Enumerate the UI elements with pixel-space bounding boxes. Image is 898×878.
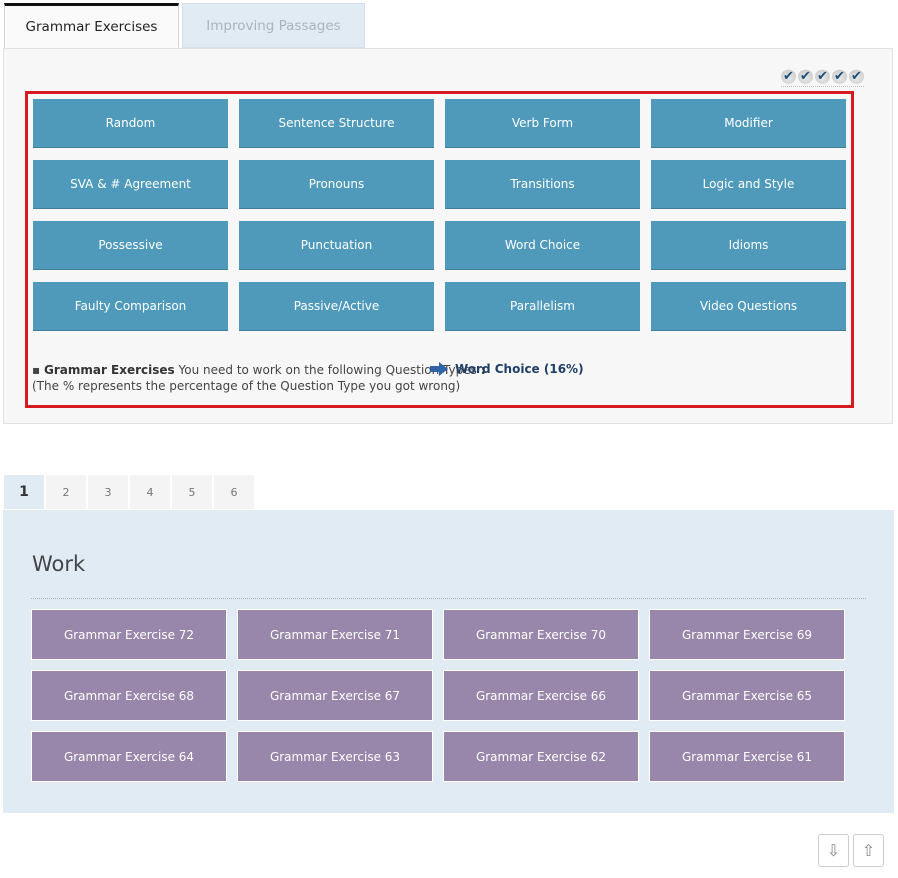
exercise-button[interactable]: Grammar Exercise 62 bbox=[443, 731, 639, 782]
question-types-box: Random Sentence Structure Verb Form Modifie… bbox=[25, 91, 854, 408]
work-title: Work bbox=[32, 552, 86, 576]
exercise-grid: Grammar Exercise 72 Grammar Exercise 71 Gr… bbox=[31, 609, 845, 782]
exercise-button[interactable]: Grammar Exercise 66 bbox=[443, 670, 639, 721]
question-type-grid: Random Sentence Structure Verb Form Modifie… bbox=[33, 99, 846, 331]
question-type-button[interactable]: SVA & # Agreement bbox=[33, 160, 228, 209]
checkmark-icon: ✔ bbox=[781, 69, 796, 84]
exercise-button[interactable]: Grammar Exercise 70 bbox=[443, 609, 639, 660]
question-type-button[interactable]: Idioms bbox=[651, 221, 846, 270]
exercise-button[interactable]: Grammar Exercise 65 bbox=[649, 670, 845, 721]
question-type-button[interactable]: Word Choice bbox=[445, 221, 640, 270]
scroll-buttons: ⇩ ⇧ bbox=[818, 834, 884, 867]
arrow-up-icon: ⇧ bbox=[861, 841, 876, 860]
question-type-button[interactable]: Verb Form bbox=[445, 99, 640, 148]
page-4-button[interactable]: 4 bbox=[130, 475, 170, 509]
bullet: ▪ bbox=[32, 363, 41, 377]
exercise-button[interactable]: Grammar Exercise 63 bbox=[237, 731, 433, 782]
work-section: Work Grammar Exercise 72 Grammar Exercise… bbox=[3, 510, 894, 813]
page-3-button[interactable]: 3 bbox=[88, 475, 128, 509]
exercise-button[interactable]: Grammar Exercise 61 bbox=[649, 731, 845, 782]
divider bbox=[31, 598, 866, 599]
question-type-button[interactable]: Transitions bbox=[445, 160, 640, 209]
page-6-button[interactable]: 6 bbox=[214, 475, 254, 509]
exercise-button[interactable]: Grammar Exercise 64 bbox=[31, 731, 227, 782]
checkmark-icon: ✔ bbox=[798, 69, 813, 84]
page-2-button[interactable]: 2 bbox=[46, 475, 86, 509]
question-type-button[interactable]: Sentence Structure bbox=[239, 99, 434, 148]
checkmark-icon: ✔ bbox=[815, 69, 830, 84]
arrow-down-icon: ⇩ bbox=[826, 841, 841, 860]
checkmark-icon: ✔ bbox=[849, 69, 864, 84]
exercise-button[interactable]: Grammar Exercise 68 bbox=[31, 670, 227, 721]
exercise-button[interactable]: Grammar Exercise 72 bbox=[31, 609, 227, 660]
checkmark-icon: ✔ bbox=[832, 69, 847, 84]
recommendation-title: Grammar Exercises bbox=[43, 363, 175, 377]
recommendation-note: ▪ Grammar Exercises You need to work on … bbox=[32, 362, 486, 394]
grammar-panel: ✔ ✔ ✔ ✔ ✔ Random Sentence Structure Verb Form M… bbox=[3, 48, 893, 424]
word-choice-label: Word Choice (16%) bbox=[455, 362, 584, 376]
question-type-button[interactable]: Passive/Active bbox=[239, 282, 434, 331]
question-type-button[interactable]: Modifier bbox=[651, 99, 846, 148]
exercise-button[interactable]: Grammar Exercise 71 bbox=[237, 609, 433, 660]
tab-bar: Grammar Exercises Improving Passages bbox=[4, 3, 365, 48]
scroll-up-button[interactable]: ⇧ bbox=[853, 834, 884, 867]
word-choice-link[interactable]: Word Choice (16%) bbox=[430, 362, 584, 376]
question-type-button[interactable]: Faulty Comparison bbox=[33, 282, 228, 331]
progress-checks: ✔ ✔ ✔ ✔ ✔ bbox=[781, 69, 864, 87]
arrow-right-icon bbox=[430, 362, 448, 376]
exercise-button[interactable]: Grammar Exercise 69 bbox=[649, 609, 845, 660]
page-1-button[interactable]: 1 bbox=[4, 475, 44, 509]
page-5-button[interactable]: 5 bbox=[172, 475, 212, 509]
question-type-button[interactable]: Parallelism bbox=[445, 282, 640, 331]
question-type-button[interactable]: Punctuation bbox=[239, 221, 434, 270]
tab-grammar-exercises[interactable]: Grammar Exercises bbox=[4, 3, 179, 48]
question-type-button[interactable]: Pronouns bbox=[239, 160, 434, 209]
recommendation-explanation: (The % represents the percentage of the … bbox=[32, 379, 461, 393]
question-type-button[interactable]: Random bbox=[33, 99, 228, 148]
pagination: 123456 bbox=[4, 475, 254, 509]
tab-improving-passages[interactable]: Improving Passages bbox=[182, 3, 365, 48]
question-type-button[interactable]: Possessive bbox=[33, 221, 228, 270]
scroll-down-button[interactable]: ⇩ bbox=[818, 834, 849, 867]
question-type-button[interactable]: Logic and Style bbox=[651, 160, 846, 209]
question-type-button[interactable]: Video Questions bbox=[651, 282, 846, 331]
exercise-button[interactable]: Grammar Exercise 67 bbox=[237, 670, 433, 721]
